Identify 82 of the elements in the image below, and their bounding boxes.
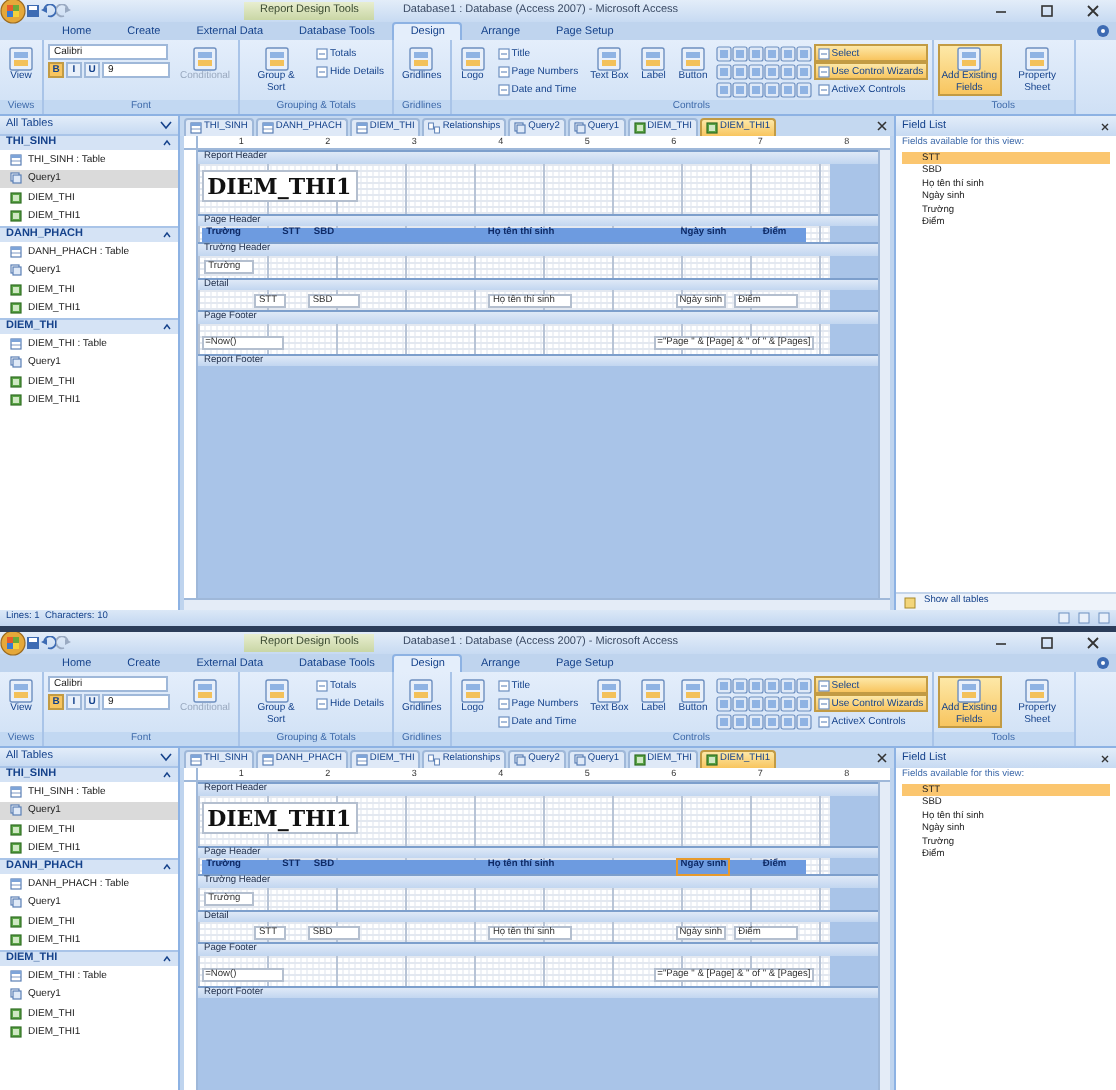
close-icon[interactable]: [876, 752, 888, 764]
ribbon-small-icon: [817, 697, 830, 709]
tables-icon: [904, 595, 918, 609]
close-icon[interactable]: [1100, 121, 1110, 131]
ribbon-icon: [8, 46, 34, 72]
ribbon-icon: [680, 678, 707, 704]
collapse-icon[interactable]: [160, 120, 172, 130]
ribbon-small-icon: [497, 679, 510, 691]
ribbon-small-icon: [817, 65, 830, 77]
ribbon-small-icon: [497, 65, 510, 77]
save-icon[interactable]: [26, 4, 40, 18]
chevron-icon[interactable]: [162, 230, 172, 240]
ribbon-icon: [640, 46, 667, 72]
chevron-icon[interactable]: [162, 862, 172, 872]
close-icon[interactable]: [1086, 636, 1100, 650]
ribbon-icon: [408, 678, 435, 704]
query-icon: [10, 988, 22, 1001]
ribbon-small-icon: [817, 679, 830, 691]
ribbon-small-icon: [497, 47, 510, 59]
ribbon-small-icon: [316, 65, 329, 77]
ribbon-icon: [8, 678, 34, 704]
collapse-icon[interactable]: [160, 752, 172, 762]
ribbon-small-icon: [497, 715, 510, 727]
ribbon-icon: [192, 678, 219, 704]
ribbon-icon: [680, 46, 707, 72]
query-icon: [10, 264, 22, 277]
ribbon-small-icon: [817, 715, 830, 727]
close-icon[interactable]: [1100, 753, 1110, 763]
ribbon-icon: [263, 678, 290, 704]
report-icon: [633, 122, 646, 134]
close-icon[interactable]: [876, 120, 888, 132]
close-icon[interactable]: [1086, 4, 1100, 18]
ribbon-icon: [192, 46, 219, 72]
ribbon-small-icon: [316, 679, 329, 691]
table-icon: [10, 785, 22, 798]
ribbon-small-icon: [817, 83, 830, 95]
ribbon-icon: [596, 678, 623, 704]
chevron-icon[interactable]: [162, 770, 172, 780]
query-icon: [10, 356, 22, 369]
ribbon-icon: [459, 46, 486, 72]
ribbon-small-icon: [497, 697, 510, 709]
office-button-icon[interactable]: [0, 632, 26, 656]
ribbon-icon: [596, 46, 623, 72]
chevron-icon[interactable]: [162, 138, 172, 148]
ribbon-icon: [1024, 46, 1051, 72]
query-icon: [10, 896, 22, 909]
query-icon: [10, 172, 22, 185]
maximize-icon[interactable]: [1040, 636, 1054, 650]
ribbon-icon: [263, 46, 290, 72]
query-icon: [10, 804, 22, 817]
report-icon: [633, 754, 646, 766]
ribbon-icon: [408, 46, 435, 72]
ribbon-small-icon: [497, 83, 510, 95]
maximize-icon[interactable]: [1040, 4, 1054, 18]
help-icon[interactable]: [1096, 656, 1110, 670]
table-icon: [10, 153, 22, 166]
ribbon-small-icon: [817, 47, 830, 59]
table-icon: [10, 337, 22, 350]
ribbon-icon: [1024, 678, 1051, 704]
chevron-icon[interactable]: [162, 954, 172, 964]
report-icon: [705, 754, 718, 766]
report-title[interactable]: DIEM_THI1: [201, 169, 358, 201]
report-title[interactable]: DIEM_THI1: [201, 801, 358, 833]
ribbon-icon: [459, 678, 486, 704]
chevron-icon[interactable]: [162, 322, 172, 332]
ribbon-icon: [956, 678, 983, 704]
help-icon[interactable]: [1096, 24, 1110, 38]
horizontal-scrollbar[interactable]: [184, 598, 890, 610]
vertical-scrollbar[interactable]: [878, 150, 890, 598]
table-icon: [10, 245, 22, 258]
ribbon-icon: [956, 46, 983, 72]
ribbon-small-icon: [316, 47, 329, 59]
save-icon[interactable]: [26, 636, 40, 650]
vertical-scrollbar[interactable]: [878, 782, 890, 1090]
table-icon: [10, 969, 22, 982]
ribbon-small-icon: [316, 697, 329, 709]
report-icon: [705, 122, 718, 134]
office-button-icon[interactable]: [0, 0, 26, 24]
undo-icon[interactable]: [40, 636, 56, 650]
ribbon-icon: [640, 678, 667, 704]
table-icon: [10, 877, 22, 890]
undo-icon[interactable]: [40, 4, 56, 18]
